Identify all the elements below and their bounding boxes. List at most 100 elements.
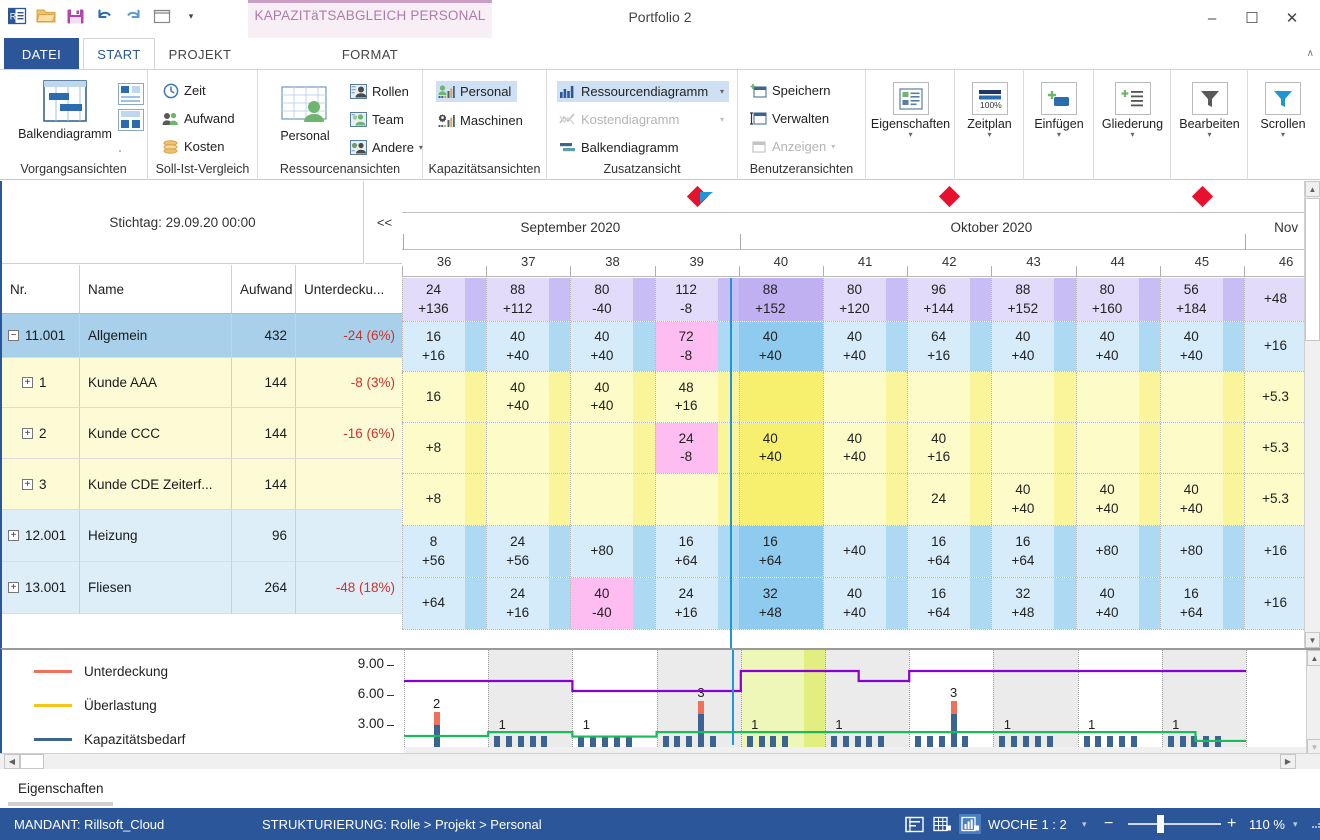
expand-icon[interactable]: + (8, 582, 19, 593)
timeline-cell[interactable]: +16 (1244, 526, 1306, 577)
table-row[interactable]: −11.001Allgemein432-24 (6%) (2, 314, 404, 358)
table-row[interactable]: +3Kunde CDE Zeiterf...144 (2, 459, 404, 510)
properties-tab[interactable]: Eigenschaften (8, 774, 114, 802)
timeline-cell[interactable]: 40+40 (1160, 322, 1244, 371)
timeline-cell[interactable]: 88+152 (991, 278, 1075, 321)
timeline-cell[interactable]: 40+40 (1076, 322, 1160, 371)
timeline-cell[interactable]: 24 (907, 474, 991, 525)
timeline-cell[interactable]: 40-40 (570, 578, 654, 629)
zoom-caret-icon[interactable]: ▾ (1293, 819, 1298, 830)
expand-icon[interactable]: + (8, 530, 19, 541)
collapse-panel-button[interactable]: << (365, 181, 404, 264)
timeline-cell[interactable]: +64 (402, 578, 486, 629)
hscroll-thumb[interactable] (20, 754, 44, 769)
table-column-header[interactable]: Aufwand (232, 265, 296, 314)
timeline-cell[interactable]: +48 (1244, 278, 1306, 321)
timeline-cell[interactable]: 64+16 (907, 322, 991, 371)
hscroll-right-arrow[interactable]: ▶ (1280, 754, 1296, 769)
timeline-cell[interactable]: +5.3 (1244, 423, 1306, 473)
anzeigen-item[interactable]: Anzeigen ▾ (750, 138, 835, 155)
kosten-item[interactable]: Kosten (162, 138, 224, 155)
timeline-cell[interactable]: +16 (1244, 322, 1306, 371)
aufwand-item[interactable]: Aufwand (162, 110, 235, 127)
eigenschaften-button[interactable]: Eigenschaften ▾ (866, 82, 955, 139)
timeline-cell[interactable]: +8 (402, 474, 486, 525)
scroll-up-arrow[interactable]: ▲ (1305, 181, 1320, 197)
layout-bottom-icon[interactable] (118, 109, 144, 134)
speichern-item[interactable]: Speichern (750, 82, 831, 99)
close-button[interactable]: ✕ (1277, 6, 1307, 30)
chevron-down-icon[interactable]: ▾ (866, 130, 955, 139)
timeline-cell[interactable]: 40+40 (823, 578, 907, 629)
bearbeiten-button[interactable]: Bearbeiten ▾ (1171, 82, 1248, 139)
timeline-cell[interactable]: 88+152 (739, 278, 823, 321)
scale-label[interactable]: WOCHE 1 : 2 (988, 817, 1067, 832)
chevron-down-icon[interactable]: ▾ (955, 130, 1024, 139)
timeline-cell[interactable]: +5.3 (1244, 474, 1306, 525)
timeline-cell[interactable]: 112-8 (655, 278, 739, 321)
timeline-cell[interactable]: 40+40 (570, 322, 654, 371)
timeline-cell[interactable] (486, 474, 570, 525)
zeitplan-button[interactable]: 100% Zeitplan ▾ (955, 82, 1024, 139)
timeline-cell[interactable]: 56+184 (1160, 278, 1244, 321)
milestone-marker[interactable] (939, 186, 960, 207)
timeline-cell[interactable]: 8+56 (402, 526, 486, 577)
timeline-cell[interactable]: 40+40 (570, 372, 654, 422)
kostendiagramm-item[interactable]: Kostendiagramm ▾ (557, 109, 729, 130)
table-column-header[interactable]: Unterdecku... (296, 265, 404, 314)
zeit-item[interactable]: Zeit (162, 82, 206, 99)
timeline-cell[interactable] (739, 474, 823, 525)
timeline-cell[interactable]: 40+40 (486, 372, 570, 422)
timeline-cell[interactable] (1076, 423, 1160, 473)
expand-icon[interactable]: + (22, 428, 33, 439)
timeline-cell[interactable]: 32+48 (739, 578, 823, 629)
timeline-cell[interactable]: +80 (1160, 526, 1244, 577)
rollen-item[interactable]: Rollen (350, 83, 409, 100)
timeline-cell[interactable] (823, 372, 907, 422)
detail-view-icon[interactable] (903, 814, 925, 834)
table-row[interactable]: +1Kunde AAA144-8 (3%) (2, 358, 404, 408)
horizontal-scrollbar[interactable]: ◀ ▶ (0, 753, 1320, 769)
timeline-cell[interactable] (655, 474, 739, 525)
milestone-marker[interactable] (1192, 186, 1213, 207)
kapazitaet-maschinen-item[interactable]: Maschinen (436, 110, 529, 131)
chevron-down-icon[interactable]: ▾ (831, 142, 835, 151)
chevron-down-icon[interactable]: ▾ (1024, 130, 1094, 139)
scroll-thumb[interactable] (1305, 198, 1320, 341)
timeline-cell[interactable] (1160, 372, 1244, 422)
timeline-cell[interactable]: 16+64 (907, 578, 991, 629)
table-row[interactable]: +13.001Fliesen264-48 (18%) (2, 562, 404, 614)
tab-format[interactable]: FORMAT (306, 38, 434, 70)
timeline-cell[interactable]: 48+16 (655, 372, 739, 422)
timeline-cell[interactable]: 24+56 (486, 526, 570, 577)
tab-projekt[interactable]: PROJEKT (159, 38, 241, 70)
timeline-cell[interactable]: 80+120 (823, 278, 907, 321)
timeline-cell[interactable] (570, 423, 654, 473)
balkendiagramm-button[interactable]: Balkendiagramm (6, 80, 124, 141)
timeline-cell[interactable]: 80-40 (570, 278, 654, 321)
timeline-cell[interactable]: 16+64 (739, 526, 823, 577)
timeline-cell[interactable] (739, 372, 823, 422)
timeline-cell[interactable] (486, 423, 570, 473)
timeline-cell[interactable]: 40+40 (991, 474, 1075, 525)
tab-start[interactable]: START (83, 38, 155, 70)
chevron-down-icon[interactable]: ▾ (1248, 130, 1318, 139)
timeline-cell[interactable]: 72-8 (655, 322, 739, 371)
chevron-down-icon[interactable]: ▾ (720, 115, 724, 124)
einfuegen-button[interactable]: Einfügen ▾ (1024, 82, 1094, 139)
chevron-down-icon[interactable]: ▾ (1094, 130, 1171, 139)
timeline-cell[interactable] (1076, 372, 1160, 422)
timeline-cell[interactable]: 24+16 (486, 578, 570, 629)
chart-scroll-up-arrow[interactable]: ▲ (1307, 650, 1320, 666)
timeline-cell[interactable]: 88+112 (486, 278, 570, 321)
timeline-cell[interactable]: 80+160 (1076, 278, 1160, 321)
timeline-cell[interactable]: 24-8 (655, 423, 739, 473)
timeline-cell[interactable]: 16+64 (907, 526, 991, 577)
tab-datei[interactable]: DATEI (4, 38, 79, 70)
table-column-header[interactable]: Name (80, 265, 232, 314)
timeline-cell[interactable]: 16+16 (402, 322, 486, 371)
chart-view-icon[interactable] (959, 814, 981, 834)
timeline-cell[interactable]: +80 (1076, 526, 1160, 577)
verwalten-item[interactable]: Verwalten (750, 110, 829, 127)
collapse-icon[interactable]: − (8, 330, 19, 341)
